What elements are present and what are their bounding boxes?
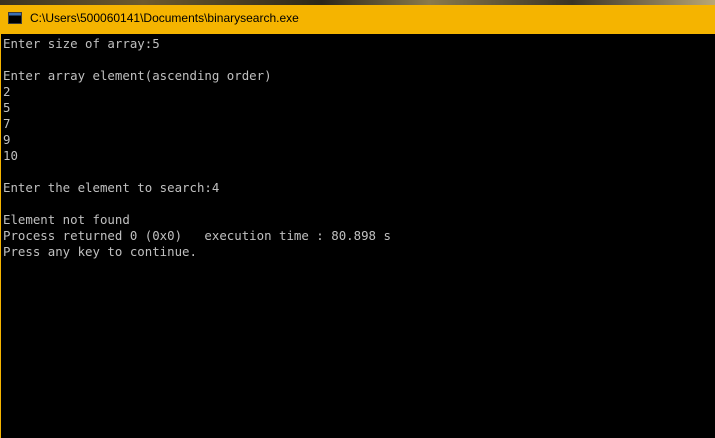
title-bar[interactable]: C:\Users\500060141\Documents\binarysearc… bbox=[0, 0, 715, 34]
console-line: 5 bbox=[3, 100, 11, 115]
console-line: Enter the element to search:4 bbox=[3, 180, 220, 195]
desktop-wallpaper-strip bbox=[0, 0, 715, 5]
console-line: 9 bbox=[3, 132, 11, 147]
console-app-icon bbox=[8, 12, 22, 24]
console-output[interactable]: Enter size of array:5 Enter array elemen… bbox=[0, 34, 715, 438]
console-line: 2 bbox=[3, 84, 11, 99]
console-line: Enter size of array:5 bbox=[3, 36, 160, 51]
console-line: Enter array element(ascending order) bbox=[3, 68, 272, 83]
console-window: C:\Users\500060141\Documents\binarysearc… bbox=[0, 0, 715, 438]
console-line: Element not found bbox=[3, 212, 130, 227]
console-line: Press any key to continue. bbox=[3, 244, 197, 259]
console-line: 10 bbox=[3, 148, 18, 163]
window-title: C:\Users\500060141\Documents\binarysearc… bbox=[30, 11, 299, 25]
console-line: Process returned 0 (0x0) execution time … bbox=[3, 228, 391, 243]
console-line: 7 bbox=[3, 116, 11, 131]
